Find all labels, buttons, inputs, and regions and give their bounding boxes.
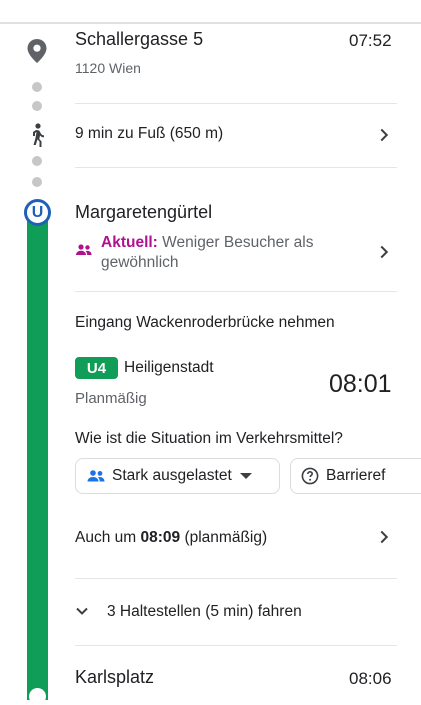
ubahn-icon: U bbox=[24, 199, 51, 226]
chevron-right-icon bbox=[380, 530, 389, 544]
caret-down-icon bbox=[239, 473, 252, 479]
intermediate-stops-toggle[interactable]: 3 Haltestellen (5 min) fahren bbox=[70, 590, 397, 634]
crowd-level-value: Stark ausgelastet bbox=[112, 467, 232, 484]
divider bbox=[75, 578, 397, 579]
accessibility-chip-label: Barrieref bbox=[326, 467, 386, 484]
walk-label: 9 min zu Fuß (650 m) bbox=[75, 125, 224, 142]
top-divider bbox=[0, 22, 421, 24]
later-departure-prefix: Auch um bbox=[75, 529, 137, 546]
destination-time: 08:06 bbox=[349, 669, 392, 688]
station-name: Margaretengürtel bbox=[75, 202, 213, 222]
divider bbox=[75, 645, 397, 646]
crowd-info-row[interactable]: Aktuell: Weniger Besucher als gewöhnlich bbox=[75, 230, 397, 276]
later-departure-row[interactable]: Auch um 08:09 (planmäßig) bbox=[75, 510, 397, 566]
walk-icon bbox=[33, 123, 44, 147]
divider bbox=[75, 167, 397, 168]
walk-row[interactable]: 9 min zu Fuß (650 m) bbox=[75, 110, 397, 160]
location-pin-icon bbox=[27, 39, 47, 63]
departure-time: 08:01 bbox=[329, 370, 392, 398]
chevron-right-icon bbox=[380, 245, 389, 259]
origin-name: Schallergasse 5 bbox=[75, 29, 204, 49]
later-departure-text: Auch um 08:09 (planmäßig) bbox=[75, 529, 267, 547]
origin-district: 1120 Wien bbox=[75, 60, 141, 76]
line-direction: Heiligenstadt bbox=[124, 359, 214, 376]
destination-name: Karlsplatz bbox=[75, 667, 155, 687]
later-departure-time: 08:09 bbox=[140, 529, 181, 546]
crowd-level-dropdown[interactable]: Stark ausgelastet bbox=[75, 458, 280, 494]
crowd-label: Aktuell: bbox=[101, 234, 158, 251]
entrance-hint: Eingang Wackenroderbrücke nehmen bbox=[75, 314, 335, 331]
question-icon bbox=[301, 467, 319, 485]
line-status: Planmäßig bbox=[75, 390, 147, 407]
divider bbox=[75, 103, 397, 104]
people-icon bbox=[87, 470, 105, 482]
timeline-dot bbox=[32, 156, 42, 166]
chevron-right-icon bbox=[380, 128, 389, 142]
people-icon bbox=[76, 244, 92, 255]
intermediate-stops-label: 3 Haltestellen (5 min) fahren bbox=[107, 603, 302, 620]
timeline-end-dot bbox=[29, 688, 46, 705]
origin-time: 07:52 bbox=[349, 31, 392, 50]
timeline-dot bbox=[32, 177, 42, 187]
crowd-info-text: Aktuell: Weniger Besucher als gewöhnlich bbox=[101, 233, 361, 273]
line-badge: U4 bbox=[75, 357, 118, 379]
timeline-dot bbox=[32, 82, 42, 92]
transit-line-rail bbox=[27, 212, 48, 700]
divider bbox=[75, 291, 397, 292]
chevron-down-icon bbox=[76, 607, 88, 615]
timeline-dot bbox=[32, 101, 42, 111]
later-departure-suffix: (planmäßig) bbox=[184, 529, 268, 546]
accessibility-chip[interactable]: Barrieref bbox=[290, 458, 421, 494]
vehicle-question: Wie ist die Situation im Verkehrsmittel? bbox=[75, 430, 343, 447]
